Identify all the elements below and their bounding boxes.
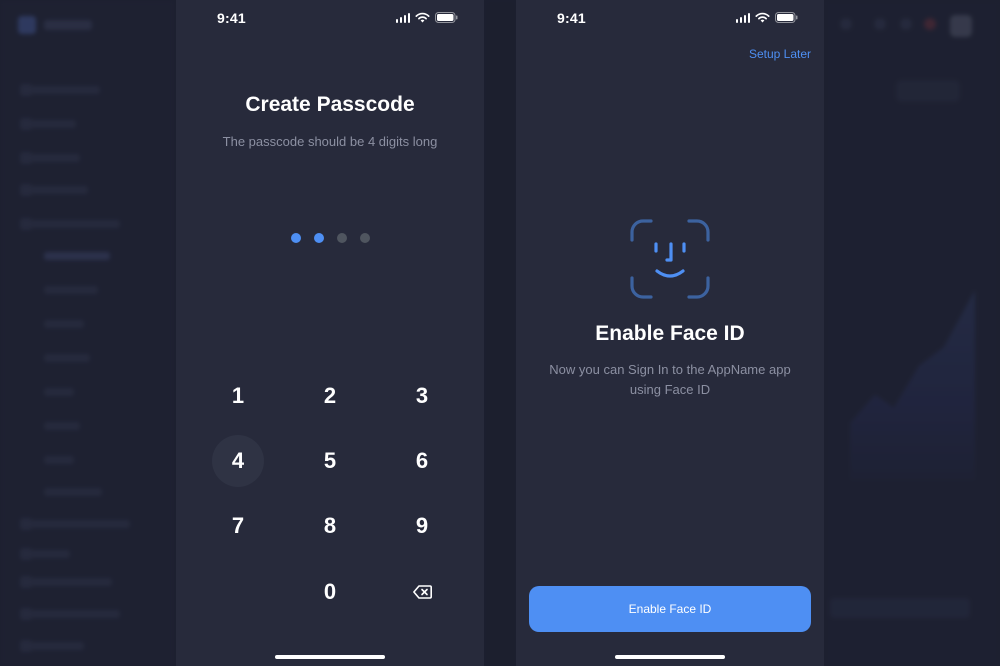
passcode-dot-empty xyxy=(336,233,347,243)
background-logo-text xyxy=(44,20,92,30)
setup-later-link[interactable]: Setup Later xyxy=(749,47,811,61)
passcode-indicator xyxy=(176,233,484,243)
enable-face-id-button[interactable]: Enable Face ID xyxy=(529,586,811,632)
background-nav-subitem xyxy=(44,252,110,260)
background-nav-item xyxy=(20,640,84,652)
home-indicator xyxy=(275,655,385,659)
page-title: Create Passcode xyxy=(245,93,415,116)
passcode-screen: 9:41 Create Passcode The passcode should… xyxy=(176,0,484,666)
background-bar xyxy=(830,598,970,618)
background-nav-subitem xyxy=(44,354,90,362)
background-nav-item xyxy=(20,548,70,560)
passcode-dot-filled xyxy=(313,233,324,243)
background-nav-item xyxy=(20,118,76,130)
keypad-key-1[interactable]: 1 xyxy=(212,370,264,422)
background-nav-item xyxy=(20,84,100,96)
background-nav-item xyxy=(20,218,120,230)
page-title: Enable Face ID xyxy=(595,322,745,345)
background-nav-item xyxy=(20,576,112,588)
background-toolbar-icon xyxy=(900,18,912,30)
background-nav-item xyxy=(20,608,120,620)
faceid-screen: 9:41 Setup Later Enable Face ID Now you … xyxy=(516,0,824,666)
background-toolbar-icon xyxy=(874,18,886,30)
passcode-dot-empty xyxy=(359,233,370,243)
background-nav-item xyxy=(20,184,88,196)
battery-icon xyxy=(775,12,798,23)
keypad-key-3[interactable]: 3 xyxy=(396,370,448,422)
background-logo xyxy=(18,16,36,34)
backspace-icon[interactable] xyxy=(396,566,448,618)
status-bar: 9:41 xyxy=(516,0,824,36)
numeric-keypad: 123 456 7890 xyxy=(176,362,484,626)
keypad-key-8[interactable]: 8 xyxy=(304,500,356,552)
keypad-key-9[interactable]: 9 xyxy=(396,500,448,552)
background-nav-subitem xyxy=(44,286,98,294)
status-time: 9:41 xyxy=(217,10,246,26)
status-time: 9:41 xyxy=(557,10,586,26)
keypad-key-2[interactable]: 2 xyxy=(304,370,356,422)
wifi-icon xyxy=(415,12,430,23)
background-content-strip xyxy=(484,0,517,666)
keypad-key-7[interactable]: 7 xyxy=(212,500,264,552)
cellular-signal-icon xyxy=(735,12,750,23)
cellular-signal-icon xyxy=(395,12,410,23)
description-line: Now you can Sign In to the AppName app xyxy=(549,362,791,377)
background-notification-icon xyxy=(924,18,936,30)
background-nav-subitem xyxy=(44,488,102,496)
background-dashboard xyxy=(0,0,1000,666)
background-nav-subitem xyxy=(44,422,80,430)
home-indicator xyxy=(615,655,725,659)
battery-icon xyxy=(435,12,458,23)
wifi-icon xyxy=(755,12,770,23)
background-avatar xyxy=(950,15,972,37)
status-icons xyxy=(735,12,799,23)
background-nav-subitem xyxy=(44,320,84,328)
page-description: Now you can Sign In to the AppName app u… xyxy=(516,360,824,400)
background-sidebar xyxy=(0,0,175,666)
status-icons xyxy=(395,12,459,23)
background-nav-item xyxy=(20,152,80,164)
keypad-key-6[interactable]: 6 xyxy=(396,435,448,487)
passcode-dot-filled xyxy=(290,233,301,243)
status-bar: 9:41 xyxy=(176,0,484,36)
background-nav-subitem xyxy=(44,388,74,396)
background-nav-item xyxy=(20,518,130,530)
background-pill xyxy=(896,80,960,102)
background-toolbar-icon xyxy=(840,18,852,30)
description-line: using Face ID xyxy=(629,382,711,397)
keypad-key-4[interactable]: 4 xyxy=(212,435,264,487)
keypad-key-5[interactable]: 5 xyxy=(304,435,356,487)
keypad-key-0[interactable]: 0 xyxy=(304,566,356,618)
background-nav-subitem xyxy=(44,456,74,464)
page-subtitle: The passcode should be 4 digits long xyxy=(222,134,438,149)
face-id-icon xyxy=(629,218,711,300)
